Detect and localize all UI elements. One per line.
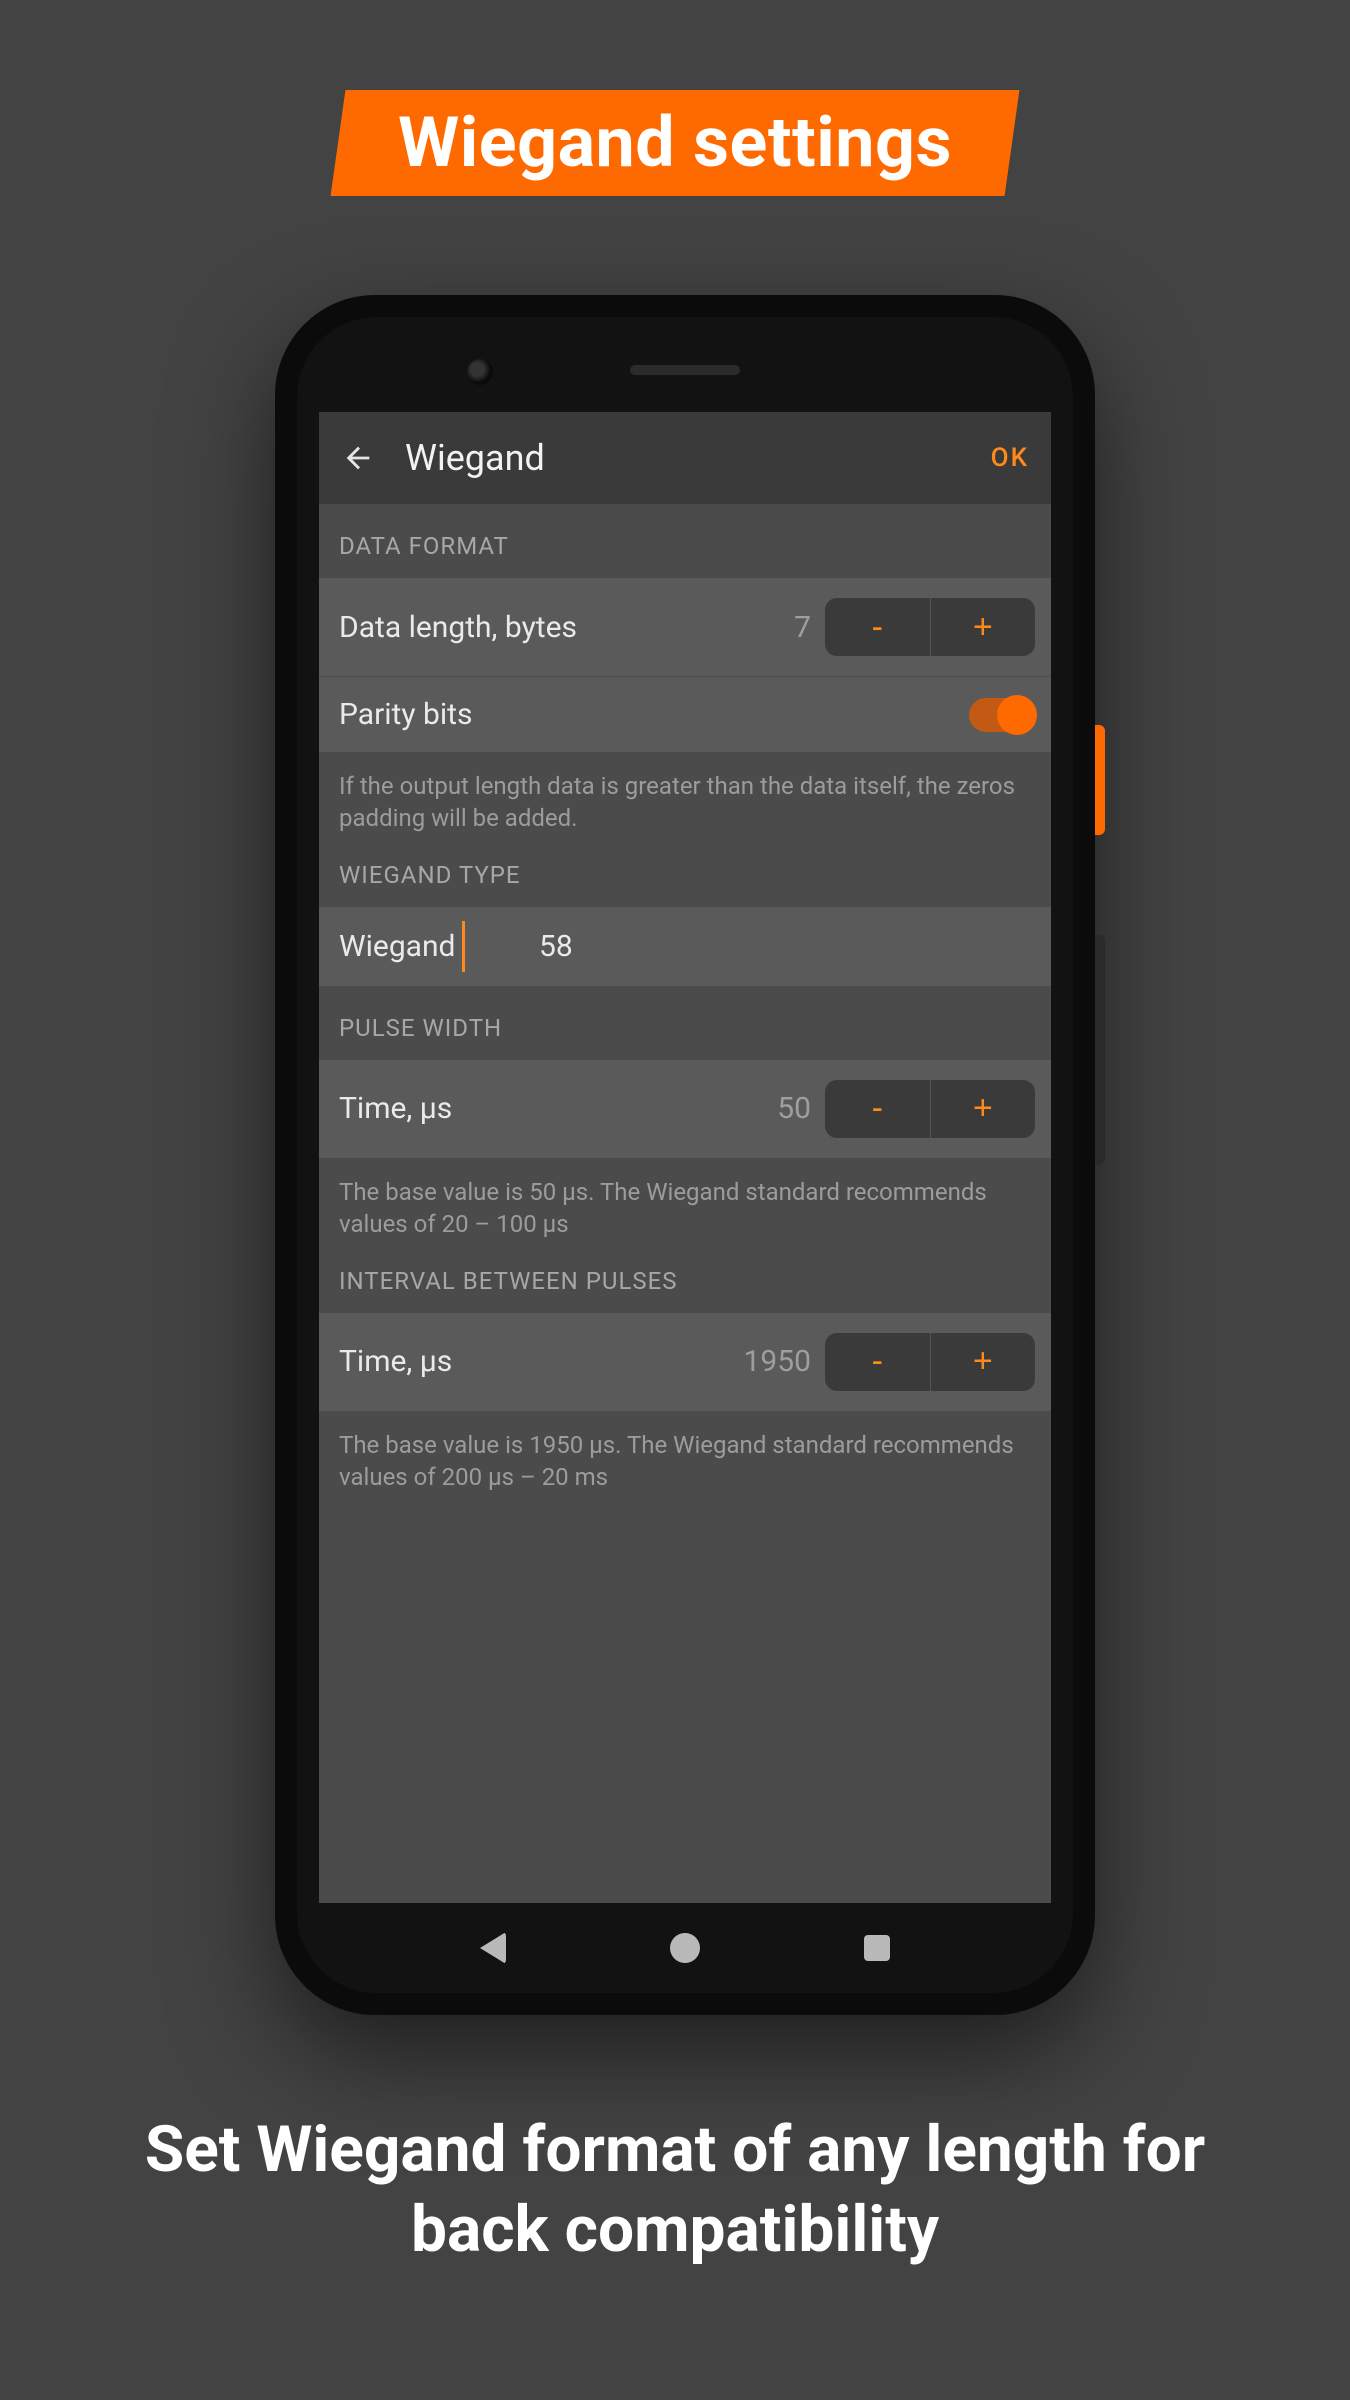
data-length-plus-button[interactable]: + [931, 598, 1036, 656]
interval-row: Time, μs 1950 - + [319, 1313, 1051, 1411]
data-length-value: 7 [741, 610, 811, 645]
phone-speaker-icon [630, 365, 740, 375]
interval-note: The base value is 1950 μs. The Wiegand s… [319, 1411, 1051, 1500]
wiegand-type-row[interactable]: Wiegand 58 [319, 907, 1051, 986]
parity-row: Parity bits [319, 677, 1051, 752]
pulse-width-value: 50 [741, 1091, 811, 1126]
ok-button[interactable]: OK [991, 443, 1029, 473]
pulse-width-minus-button[interactable]: - [825, 1080, 930, 1138]
interval-stepper: - + [825, 1333, 1035, 1391]
arrow-left-icon [341, 441, 375, 475]
phone-inner: Wiegand OK DATA FORMAT Data length, byte… [297, 317, 1073, 1993]
section-header-pulse-width: PULSE WIDTH [319, 986, 1051, 1060]
data-length-row: Data length, bytes 7 - + [319, 578, 1051, 677]
wiegand-type-label: Wiegand [339, 929, 469, 964]
interval-minus-button[interactable]: - [825, 1333, 930, 1391]
text-cursor-icon [462, 921, 465, 972]
pulse-width-plus-button[interactable]: + [931, 1080, 1036, 1138]
nav-recents-button[interactable] [861, 1932, 893, 1964]
parity-label: Parity bits [339, 697, 969, 732]
app-screen: Wiegand OK DATA FORMAT Data length, byte… [319, 412, 1051, 1903]
data-length-label: Data length, bytes [339, 610, 741, 645]
phone-power-button [1095, 725, 1105, 835]
circle-home-icon [670, 1933, 700, 1963]
triangle-back-icon [480, 1932, 506, 1964]
interval-label: Time, μs [339, 1344, 711, 1379]
interval-plus-button[interactable]: + [931, 1333, 1036, 1391]
wiegand-type-value: 58 [539, 929, 573, 964]
phone-camera-icon [467, 359, 493, 385]
section-header-data-format: DATA FORMAT [319, 504, 1051, 578]
nav-back-button[interactable] [477, 1932, 509, 1964]
interval-value: 1950 [711, 1344, 811, 1379]
pulse-width-row: Time, μs 50 - + [319, 1060, 1051, 1158]
pulse-width-label: Time, μs [339, 1091, 741, 1126]
square-recents-icon [864, 1935, 890, 1961]
android-navbar [297, 1903, 1073, 1993]
pulse-width-note: The base value is 50 μs. The Wiegand sta… [319, 1158, 1051, 1247]
section-header-wiegand-type: WIEGAND TYPE [319, 841, 1051, 907]
section-header-interval: INTERVAL BETWEEN PULSES [319, 1247, 1051, 1313]
appbar-title: Wiegand [405, 437, 961, 479]
phone-volume-button [1095, 935, 1105, 1165]
pulse-width-stepper: - + [825, 1080, 1035, 1138]
page-banner: Wiegand settings [331, 90, 1020, 196]
phone-frame: Wiegand OK DATA FORMAT Data length, byte… [275, 295, 1095, 2015]
app-bar: Wiegand OK [319, 412, 1051, 504]
data-length-minus-button[interactable]: - [825, 598, 930, 656]
back-button[interactable] [341, 441, 375, 475]
page-banner-text: Wiegand settings [398, 102, 952, 184]
parity-toggle[interactable] [969, 698, 1035, 732]
data-format-note: If the output length data is greater tha… [319, 752, 1051, 841]
page-caption: Set Wiegand format of any length for bac… [0, 2110, 1350, 2270]
data-length-stepper: - + [825, 598, 1035, 656]
nav-home-button[interactable] [669, 1932, 701, 1964]
